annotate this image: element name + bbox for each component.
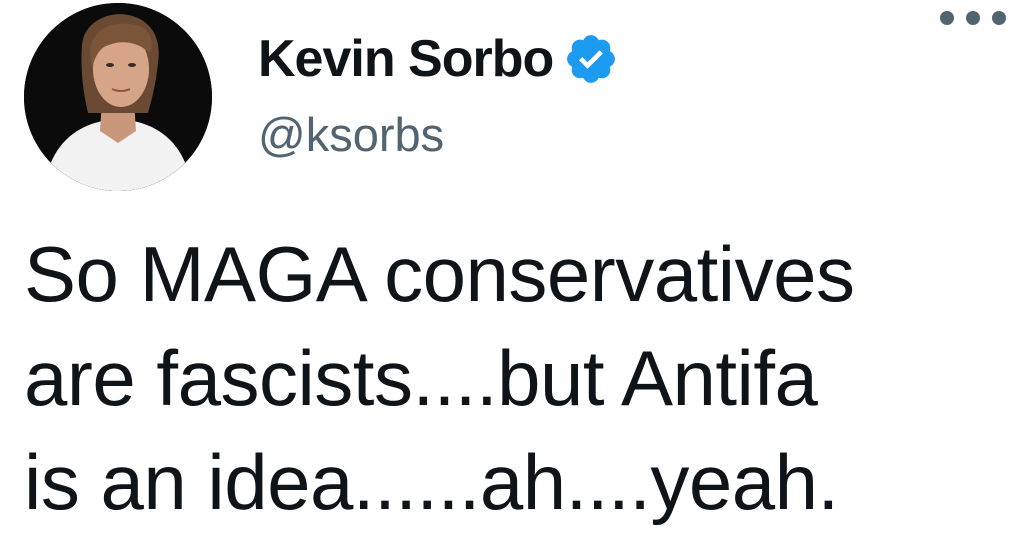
more-dot-icon: [966, 11, 980, 25]
more-dot-icon: [940, 11, 954, 25]
author-name-row: Kevin Sorbo: [258, 24, 619, 94]
avatar[interactable]: [24, 3, 212, 191]
verified-badge-icon: [567, 35, 616, 83]
tweet-card: Kevin Sorbo @ksorbs So MAGA conservative…: [0, 0, 1024, 535]
more-dot-icon: [992, 11, 1006, 25]
avatar-photo-icon: [24, 3, 212, 191]
user-handle[interactable]: @ksorbs: [258, 111, 444, 158]
more-options-button[interactable]: [940, 6, 1006, 30]
display-name[interactable]: Kevin Sorbo: [258, 33, 554, 85]
tweet-text: So MAGA conservatives are fascists....bu…: [24, 230, 855, 526]
